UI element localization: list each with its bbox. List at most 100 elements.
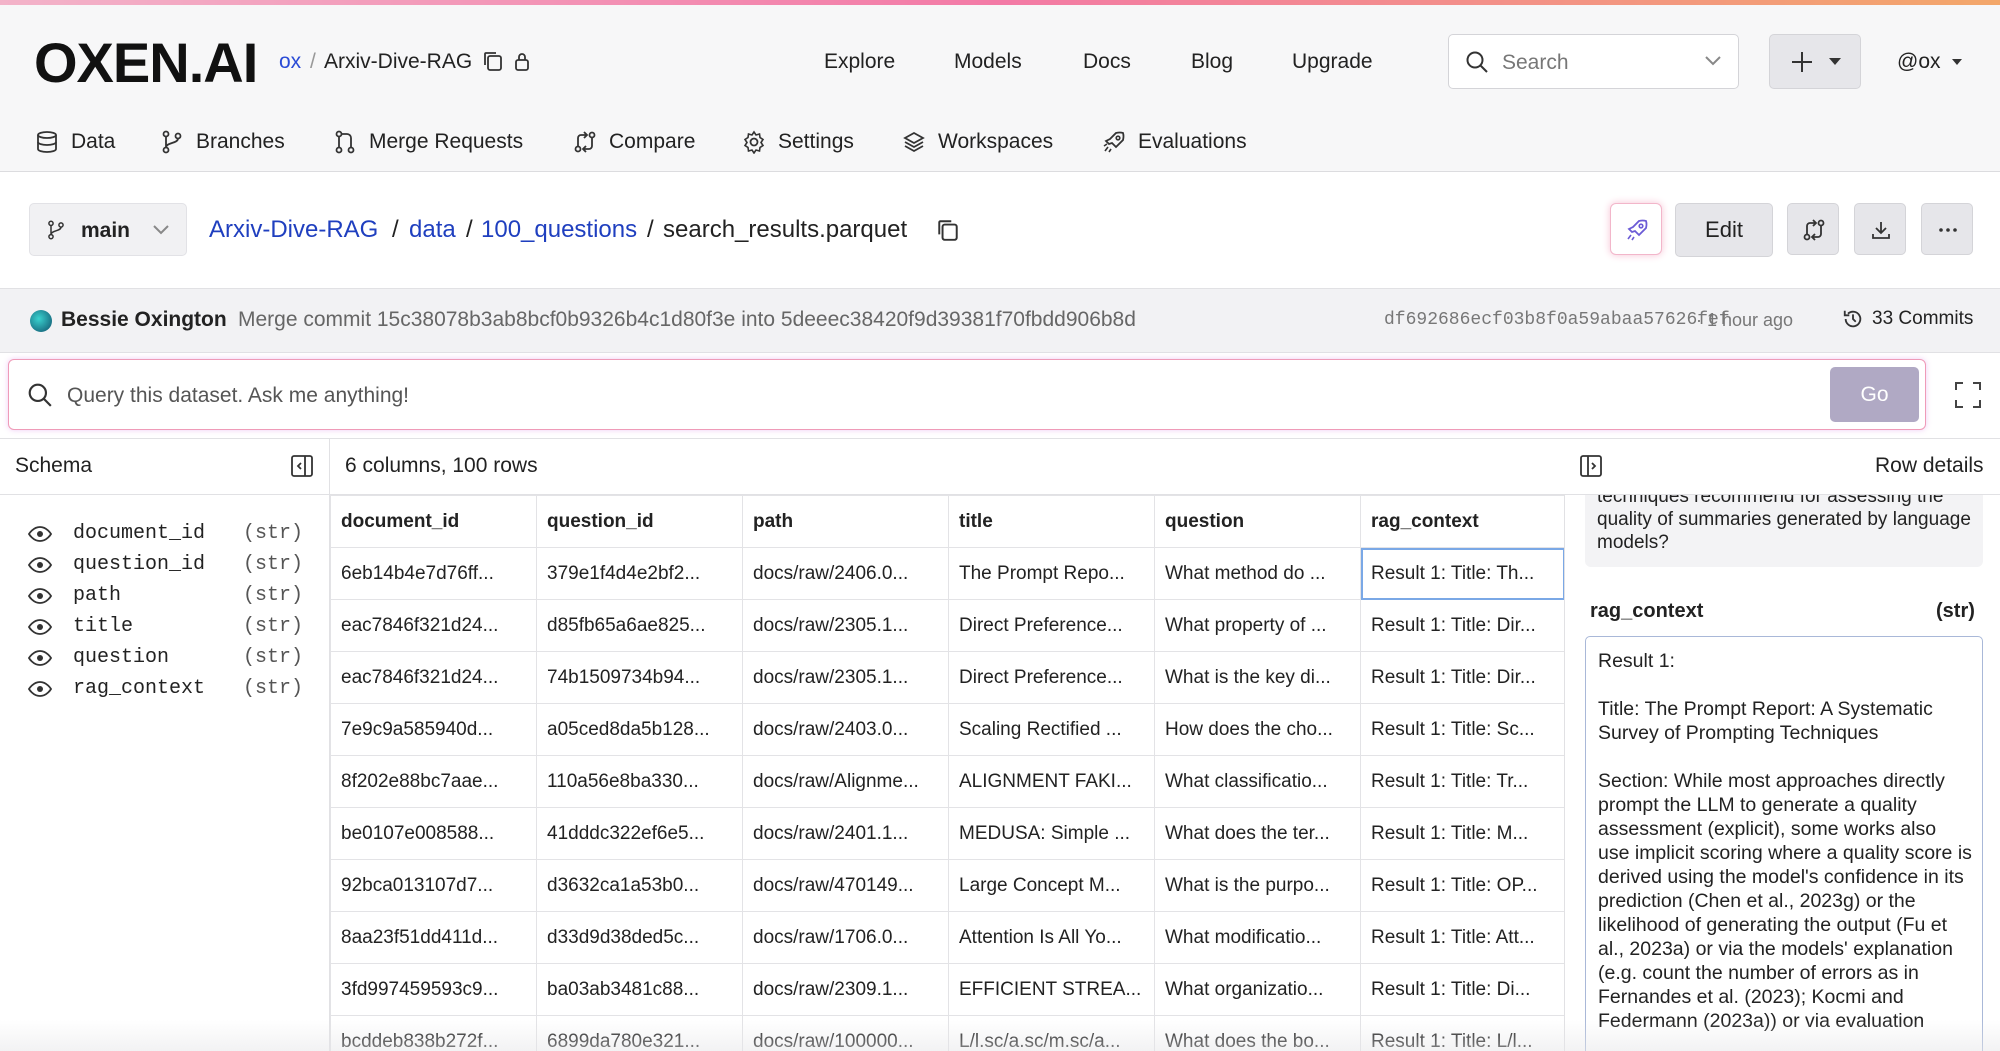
table-cell[interactable]: The Prompt Repo... bbox=[948, 547, 1155, 600]
table-cell[interactable]: 7e9c9a585940d... bbox=[330, 703, 537, 756]
table-cell[interactable]: 110a56e8ba330... bbox=[536, 755, 743, 808]
table-cell[interactable]: 41dddc322ef6e5... bbox=[536, 807, 743, 860]
dataset-query-input[interactable]: Query this dataset. Ask me anything! bbox=[8, 359, 1926, 430]
tab-workspaces[interactable]: Workspaces bbox=[902, 130, 1053, 154]
table-cell[interactable]: What does the bo... bbox=[1154, 1015, 1361, 1051]
download-button[interactable] bbox=[1854, 203, 1906, 255]
table-cell[interactable]: docs/raw/1706.0... bbox=[742, 911, 949, 964]
column-header[interactable]: document_id bbox=[330, 495, 537, 548]
commit-author[interactable]: Bessie Oxington bbox=[61, 308, 227, 332]
table-cell[interactable]: eac7846f321d24... bbox=[330, 651, 537, 704]
table-cell[interactable]: MEDUSA: Simple ... bbox=[948, 807, 1155, 860]
table-cell[interactable]: Result 1: Title: Dir... bbox=[1360, 599, 1565, 652]
schema-field[interactable]: question (str) bbox=[28, 646, 303, 669]
repo-owner-link[interactable]: ox bbox=[279, 50, 301, 74]
copy-icon[interactable] bbox=[936, 218, 960, 242]
fullscreen-icon[interactable] bbox=[1954, 381, 1982, 409]
table-row[interactable]: eac7846f321d24... d85fb65a6ae825... docs… bbox=[330, 599, 1565, 652]
table-cell[interactable]: What property of ... bbox=[1154, 599, 1361, 652]
schema-field[interactable]: document_id (str) bbox=[28, 522, 303, 545]
tab-branches[interactable]: Branches bbox=[160, 130, 285, 154]
table-cell-selected[interactable]: Result 1: Title: Th... bbox=[1360, 547, 1565, 600]
eye-icon[interactable] bbox=[28, 618, 54, 635]
eye-icon[interactable] bbox=[28, 525, 54, 542]
branch-selector[interactable]: main bbox=[29, 203, 187, 256]
commit-hash[interactable]: df692686ecf03b8f0a59abaa57626fef bbox=[1384, 310, 1730, 330]
table-cell[interactable]: ba03ab3481c88... bbox=[536, 963, 743, 1016]
tab-merge-requests[interactable]: Merge Requests bbox=[333, 130, 523, 154]
user-menu[interactable]: @ox bbox=[1897, 50, 1963, 74]
table-cell[interactable]: What method do ... bbox=[1154, 547, 1361, 600]
table-cell[interactable]: What classificatio... bbox=[1154, 755, 1361, 808]
table-cell[interactable]: 3fd997459593c9... bbox=[330, 963, 537, 1016]
nav-blog[interactable]: Blog bbox=[1191, 50, 1233, 74]
eye-icon[interactable] bbox=[28, 587, 54, 604]
search-input[interactable]: Search bbox=[1448, 34, 1739, 89]
table-cell[interactable]: Result 1: Title: Att... bbox=[1360, 911, 1565, 964]
table-cell[interactable]: d3632ca1a53b0... bbox=[536, 859, 743, 912]
more-options-button[interactable] bbox=[1921, 203, 1973, 255]
table-cell[interactable]: Result 1: Title: OP... bbox=[1360, 859, 1565, 912]
schema-field[interactable]: path (str) bbox=[28, 584, 303, 607]
sidebar-toggle-icon[interactable] bbox=[290, 454, 314, 478]
table-cell[interactable]: How does the cho... bbox=[1154, 703, 1361, 756]
tab-data[interactable]: Data bbox=[35, 130, 115, 154]
table-cell[interactable]: What does the ter... bbox=[1154, 807, 1361, 860]
table-row[interactable]: bcddeb838b272f... 6899da780e321... docs/… bbox=[330, 1015, 1565, 1051]
evaluate-button[interactable] bbox=[1610, 203, 1662, 255]
table-cell[interactable]: docs/raw/100000... bbox=[742, 1015, 949, 1051]
go-button[interactable]: Go bbox=[1830, 367, 1919, 422]
table-cell[interactable]: docs/raw/2309.1... bbox=[742, 963, 949, 1016]
table-cell[interactable]: docs/raw/Alignme... bbox=[742, 755, 949, 808]
table-row[interactable]: 3fd997459593c9... ba03ab3481c88... docs/… bbox=[330, 963, 1565, 1016]
table-cell[interactable]: What organizatio... bbox=[1154, 963, 1361, 1016]
tab-evaluations[interactable]: Evaluations bbox=[1102, 130, 1247, 154]
nav-explore[interactable]: Explore bbox=[824, 50, 895, 74]
table-cell[interactable]: What is the key di... bbox=[1154, 651, 1361, 704]
table-cell[interactable]: Scaling Rectified ... bbox=[948, 703, 1155, 756]
eye-icon[interactable] bbox=[28, 556, 54, 573]
table-cell[interactable]: docs/raw/470149... bbox=[742, 859, 949, 912]
nav-upgrade[interactable]: Upgrade bbox=[1292, 50, 1373, 74]
column-header[interactable]: path bbox=[742, 495, 949, 548]
table-cell[interactable]: eac7846f321d24... bbox=[330, 599, 537, 652]
eye-icon[interactable] bbox=[28, 680, 54, 697]
schema-field[interactable]: question_id (str) bbox=[28, 553, 303, 576]
table-cell[interactable]: d85fb65a6ae825... bbox=[536, 599, 743, 652]
table-cell[interactable]: 8f202e88bc7aae... bbox=[330, 755, 537, 808]
previous-field-value[interactable]: techniques recommend for assessing the q… bbox=[1585, 495, 1983, 567]
table-row[interactable]: be0107e008588... 41dddc322ef6e5... docs/… bbox=[330, 807, 1565, 860]
field-value-textarea[interactable]: Result 1: Title: The Prompt Report: A Sy… bbox=[1585, 636, 1983, 1051]
table-cell[interactable]: Result 1: Title: M... bbox=[1360, 807, 1565, 860]
table-cell[interactable]: bcddeb838b272f... bbox=[330, 1015, 537, 1051]
table-cell[interactable]: docs/raw/2401.1... bbox=[742, 807, 949, 860]
table-cell[interactable]: L/l.sc/a.sc/m.sc/a... bbox=[948, 1015, 1155, 1051]
column-header[interactable]: title bbox=[948, 495, 1155, 548]
table-cell[interactable]: docs/raw/2406.0... bbox=[742, 547, 949, 600]
commits-history-link[interactable]: 33 Commits bbox=[1842, 308, 1973, 330]
table-cell[interactable]: be0107e008588... bbox=[330, 807, 537, 860]
table-cell[interactable]: Attention Is All Yo... bbox=[948, 911, 1155, 964]
table-row[interactable]: 8f202e88bc7aae... 110a56e8ba330... docs/… bbox=[330, 755, 1565, 808]
table-cell[interactable]: 92bca013107d7... bbox=[330, 859, 537, 912]
create-new-button[interactable] bbox=[1769, 34, 1861, 89]
table-cell[interactable]: a05ced8da5b128... bbox=[536, 703, 743, 756]
column-header[interactable]: question_id bbox=[536, 495, 743, 548]
table-cell[interactable]: EFFICIENT STREA... bbox=[948, 963, 1155, 1016]
table-cell[interactable]: 379e1f4d4e2bf2... bbox=[536, 547, 743, 600]
tab-compare[interactable]: Compare bbox=[573, 130, 695, 154]
table-cell[interactable]: d33d9d38ded5c... bbox=[536, 911, 743, 964]
table-cell[interactable]: Result 1: Title: Sc... bbox=[1360, 703, 1565, 756]
nav-docs[interactable]: Docs bbox=[1083, 50, 1131, 74]
table-cell[interactable]: Result 1: Title: L/l... bbox=[1360, 1015, 1565, 1051]
table-row[interactable]: 8aa23f51dd411d... d33d9d38ded5c... docs/… bbox=[330, 911, 1565, 964]
table-cell[interactable]: Result 1: Title: Tr... bbox=[1360, 755, 1565, 808]
table-cell[interactable]: Result 1: Title: Dir... bbox=[1360, 651, 1565, 704]
table-cell[interactable]: 74b1509734b94... bbox=[536, 651, 743, 704]
table-cell[interactable]: docs/raw/2403.0... bbox=[742, 703, 949, 756]
path-link-data[interactable]: data bbox=[409, 216, 456, 244]
schema-field[interactable]: title (str) bbox=[28, 615, 303, 638]
path-link-folder[interactable]: 100_questions bbox=[481, 216, 637, 244]
column-header[interactable]: rag_context bbox=[1360, 495, 1565, 548]
compare-button[interactable] bbox=[1787, 203, 1839, 255]
